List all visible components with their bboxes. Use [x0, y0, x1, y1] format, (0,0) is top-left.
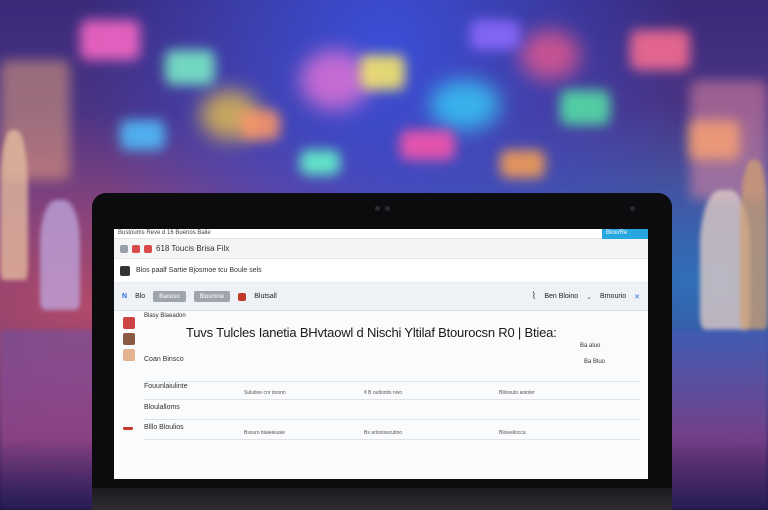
- row-label[interactable]: Blllo Bloulios: [144, 424, 184, 431]
- titlebar-accent-button[interactable]: Bioo/Re: [602, 229, 648, 239]
- row-tick: Bs arlonisecutino: [364, 430, 403, 436]
- sidebar-icon[interactable]: [123, 333, 135, 345]
- mouse-icon[interactable]: ⌇: [531, 291, 536, 302]
- address-text[interactable]: Blos paalf Sartie Bjosmoe tcu Boule sels: [136, 267, 262, 274]
- row-label[interactable]: Coan Binsco: [144, 356, 184, 363]
- app-icon[interactable]: [132, 244, 140, 253]
- divider: [144, 381, 640, 382]
- webcam-dot: [375, 206, 380, 211]
- page-title: Tuvs Tulcles Ianetia BHvtaowl d Nischi Y…: [186, 325, 557, 340]
- address-bar: Blos paalf Sartie Bjosmoe tcu Boule sels: [114, 259, 648, 283]
- brand-logo: N: [122, 293, 128, 300]
- app-toolbar: N Blo Baouso Blosmine Blutsall ⌇ Ben Blo…: [114, 283, 648, 311]
- tab-label[interactable]: 618 Toucis Brisa Filx: [156, 244, 229, 253]
- toolbar-button-3[interactable]: Blosmine: [193, 291, 231, 302]
- bookmark-icon[interactable]: [144, 244, 152, 253]
- laptop: Bustoums Reve d 16 Buenos Baile Bioo/Re …: [92, 193, 672, 510]
- laptop-screen: Bustoums Reve d 16 Buenos Baile Bioo/Re …: [114, 229, 648, 479]
- main-content: Blasy Blaeadon Tuvs Tulcles Ianetia BHvt…: [114, 311, 648, 479]
- tab-bar: 618 Toucis Brisa Filx: [114, 239, 648, 259]
- row-tick: Bllinouto anioter: [499, 390, 535, 396]
- divider: [144, 419, 640, 420]
- record-icon[interactable]: [238, 292, 247, 301]
- status-marker: [123, 427, 133, 430]
- row-tick: ¢ B outlontis nivo: [364, 390, 403, 396]
- laptop-base: [92, 488, 672, 510]
- toolbar-label: Blutsall: [254, 293, 277, 300]
- row-tick: Bloieeilocca: [499, 430, 526, 436]
- filter-dropdown[interactable]: Bmourio: [600, 293, 626, 300]
- site-icon: [120, 265, 130, 276]
- sidebar-icon[interactable]: [123, 317, 135, 329]
- row-tick: Sulutioe cnr doonn: [244, 390, 286, 396]
- divider: [144, 399, 640, 400]
- sidebar-icon[interactable]: [123, 349, 135, 361]
- chevron-down-icon[interactable]: ⌄: [586, 293, 592, 301]
- back-icon[interactable]: [120, 244, 128, 253]
- side-note: Ba Bluo: [584, 359, 606, 365]
- toolbar-button-1[interactable]: Blo: [135, 293, 145, 300]
- row-label[interactable]: Bloulalloms: [144, 404, 180, 411]
- breadcrumb: Blasy Blaeadon: [144, 313, 186, 319]
- side-note: Ba aluo: [580, 343, 601, 349]
- sort-dropdown[interactable]: Ben Bloino: [544, 293, 578, 300]
- webcam-dot: [385, 206, 390, 211]
- window-title: Bustoums Reve d 16 Buenos Baile: [118, 230, 211, 236]
- webcam-dot: [630, 206, 635, 211]
- row-label[interactable]: Fouunlaiulinte: [144, 383, 188, 390]
- divider: [144, 439, 640, 440]
- window-titlebar: Bustoums Reve d 16 Buenos Baile Bioo/Re: [114, 229, 648, 239]
- row-tick: Bssuro biaieeiuaie: [244, 430, 285, 436]
- close-icon[interactable]: ✕: [634, 293, 640, 301]
- toolbar-button-2[interactable]: Baouso: [153, 291, 186, 302]
